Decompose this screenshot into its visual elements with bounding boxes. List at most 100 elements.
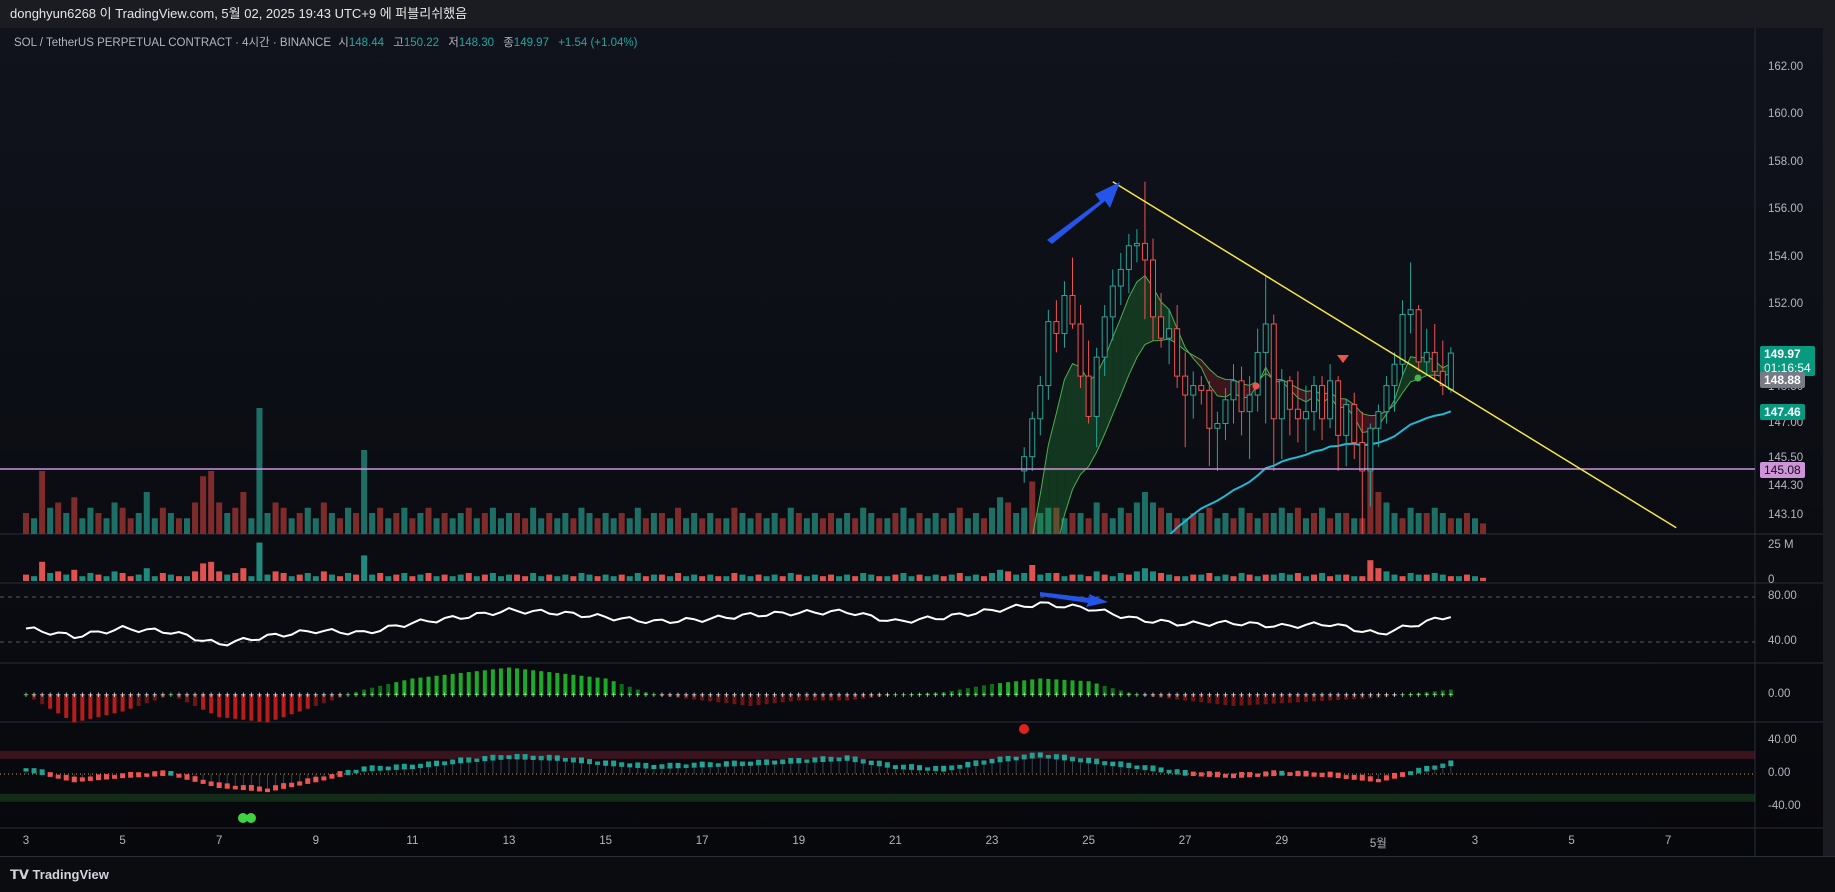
volume-overlay-bar (554, 518, 560, 534)
volume-overlay-bar (715, 518, 721, 534)
momentum-cross-marker: + (1360, 690, 1365, 700)
symbol-title[interactable]: SOL / TetherUS PERPETUAL CONTRACT · 4시간 … (14, 37, 331, 49)
price-scale-scrollbar[interactable] (1823, 28, 1835, 856)
volume-bar (498, 576, 504, 581)
time-axis-label: 29 (1275, 835, 1288, 847)
volume-bar (305, 573, 311, 581)
volume-bar (474, 576, 480, 581)
volume-bar (490, 573, 496, 581)
oscillator-bar (531, 756, 536, 760)
volume-bar (385, 576, 391, 581)
volume-bar (675, 573, 681, 581)
candle-body (1247, 395, 1252, 412)
cloud-segment (1113, 318, 1121, 414)
volume-overlay-bar (1078, 513, 1084, 534)
momentum-cross-marker: + (1255, 690, 1260, 700)
volume-overlay-bar (635, 508, 641, 534)
momentum-cross-marker: + (498, 690, 503, 700)
momentum-cross-marker: + (241, 690, 246, 700)
volume-bar (981, 576, 987, 581)
oscillator-bar (1102, 761, 1107, 765)
oscillator-bar (788, 758, 793, 764)
oscillator-bar (796, 758, 801, 763)
high-label: 고 (393, 37, 404, 49)
volume-bar (152, 576, 158, 581)
volume-overlay-bar (1094, 503, 1100, 535)
oscillator-bar (378, 766, 383, 771)
momentum-cross-marker: + (1150, 690, 1155, 700)
momentum-cross-marker: + (764, 690, 769, 700)
candle-body (1223, 400, 1228, 424)
oscillator-axis-label: 0.00 (1768, 767, 1790, 779)
oscillator-bar (1271, 770, 1276, 776)
oscillator-bar (998, 757, 1003, 763)
volume-bar (651, 575, 657, 581)
candle-body (1295, 409, 1300, 418)
oscillator-bar (337, 771, 342, 777)
volume-overlay-bar (498, 518, 504, 534)
oscillator-bar (748, 762, 753, 766)
volume-overlay-bar (868, 513, 874, 534)
volume-overlay-bar (619, 513, 625, 534)
volume-overlay-bar (144, 492, 150, 534)
momentum-cross-marker: + (1231, 690, 1236, 700)
oscillator-bar (313, 777, 318, 783)
high-value: 150.22 (404, 37, 439, 49)
volume-overlay-bar (305, 508, 311, 534)
volume-bar (683, 576, 689, 581)
momentum-cross-marker: + (200, 690, 205, 700)
momentum-cross-marker: + (1166, 690, 1171, 700)
momentum-cross-marker: + (1448, 690, 1453, 700)
volume-overlay-bar (1255, 518, 1261, 534)
volume-bar (611, 576, 617, 581)
tradingview-logo[interactable]: 𝗧𝗩 TradingView (10, 857, 109, 892)
volume-bar (224, 575, 230, 581)
candle-body (1199, 386, 1204, 391)
volume-bar (506, 575, 512, 581)
momentum-cross-marker: + (1062, 690, 1067, 700)
oscillator-bar (1215, 772, 1220, 778)
momentum-cross-marker: + (844, 690, 849, 700)
momentum-cross-marker: + (941, 690, 946, 700)
oscillator-bar (410, 765, 415, 769)
candle-body (1110, 286, 1115, 317)
oscillator-bar (724, 761, 729, 766)
candle-body (1134, 243, 1139, 245)
volume-bar (1239, 573, 1245, 581)
oscillator-bar (1384, 775, 1389, 780)
volume-bar (1456, 576, 1462, 581)
volume-bar (530, 573, 536, 581)
momentum-cross-marker: + (442, 690, 447, 700)
volume-bar (248, 576, 254, 581)
time-axis-label: 13 (503, 835, 516, 847)
oscillator-bar (1062, 755, 1067, 761)
momentum-cross-marker: + (861, 690, 866, 700)
momentum-cross-marker: + (482, 690, 487, 700)
oscillator-bar (1094, 759, 1099, 765)
volume-overlay-bar (256, 408, 262, 534)
oscillator-bar (24, 768, 29, 771)
momentum-cross-marker: + (39, 690, 44, 700)
volume-bar (1134, 571, 1140, 581)
oscillator-bar (764, 759, 769, 765)
oscillator-bar (861, 759, 866, 763)
oscillator-bar (1352, 775, 1357, 780)
volume-bar (265, 575, 271, 581)
volume-bar (796, 575, 802, 581)
oscillator-bar (64, 775, 69, 780)
volume-overlay-bar (1150, 503, 1156, 535)
chart-plot[interactable]: ++++++++++++++++++++++++++++++++++++++++… (0, 0, 1835, 891)
momentum-cross-marker: + (1416, 690, 1421, 700)
oscillator-bar (1159, 767, 1164, 772)
oscillator-bar (820, 756, 825, 762)
volume-overlay-bar (965, 518, 971, 534)
momentum-cross-marker: + (828, 690, 833, 700)
momentum-cross-marker: + (1158, 690, 1163, 700)
volume-bar (71, 570, 77, 581)
oscillator-bar (56, 775, 61, 779)
momentum-cross-marker: + (48, 690, 53, 700)
momentum-cross-marker: + (1223, 690, 1228, 700)
candle-body (1038, 386, 1043, 419)
momentum-cross-marker: + (933, 690, 938, 700)
volume-overlay-bar (273, 503, 279, 535)
